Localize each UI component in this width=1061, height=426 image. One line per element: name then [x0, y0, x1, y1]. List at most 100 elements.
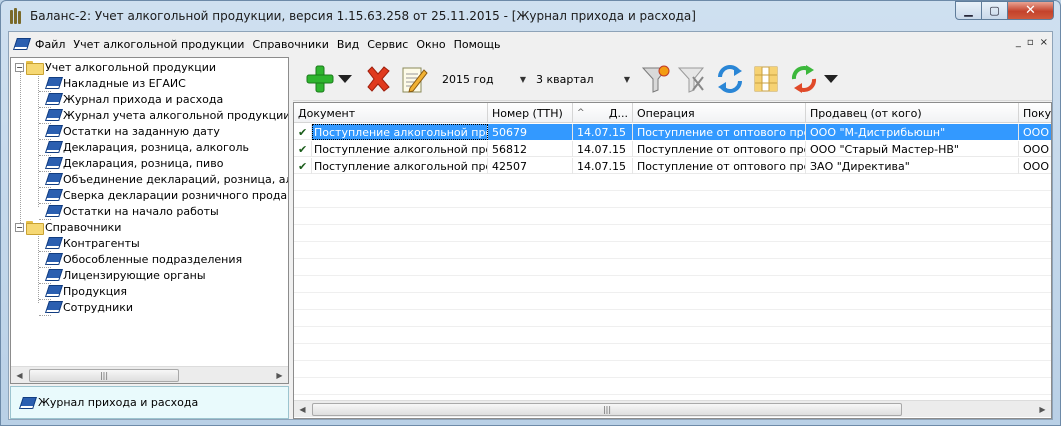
scroll-thumb[interactable]: |||: [312, 403, 902, 416]
minimize-button[interactable]: ▁: [955, 1, 982, 20]
chevron-down-icon: ▼: [519, 75, 526, 84]
menu-service[interactable]: Сервис: [363, 38, 412, 51]
tree-horizontal-scrollbar[interactable]: ◀ ||| ▶: [11, 366, 288, 383]
columns-button[interactable]: [751, 62, 781, 96]
maximize-button[interactable]: ▢: [982, 1, 1008, 20]
scroll-right-icon[interactable]: ▶: [1034, 401, 1051, 417]
book-icon: [43, 109, 62, 121]
tree-group-references[interactable]: − Справочники: [15, 219, 121, 235]
book-icon: [43, 93, 62, 105]
collapse-icon[interactable]: −: [15, 222, 24, 232]
table-row[interactable]: ✔ Поступление алкогольной прод... 56812 …: [294, 141, 1051, 157]
document-menu-icon[interactable]: [11, 38, 30, 50]
edit-button[interactable]: [399, 62, 429, 96]
tree-item-merge-declarations[interactable]: Объединение деклараций, розница, алкогол…: [33, 171, 288, 188]
refresh-button[interactable]: [713, 62, 747, 96]
current-view-panel: Журнал прихода и расхода: [10, 386, 289, 419]
refresh-icon: [718, 65, 742, 93]
close-button[interactable]: ✕: [1008, 1, 1054, 20]
grid-header: Документ Номер (ТТН) ^ Д... Операция Про…: [294, 103, 1051, 123]
menu-help[interactable]: Помощь: [450, 38, 505, 51]
dropdown-arrow-icon: [338, 75, 352, 83]
book-icon: [43, 205, 62, 217]
tree-item-initial-balances[interactable]: Остатки на начало работы: [33, 203, 219, 220]
add-dropdown-button[interactable]: [337, 62, 353, 96]
book-icon: [43, 189, 62, 201]
mdi-close-icon[interactable]: ×: [1040, 37, 1048, 48]
sort-icon: ^: [577, 108, 585, 118]
sync-icon: [791, 65, 817, 93]
client-area: Файл Учет алкогольной продукции Справочн…: [8, 31, 1053, 420]
minimize-icon: ▁: [964, 4, 973, 17]
book-icon: [43, 125, 62, 137]
book-icon: [43, 77, 62, 89]
quarter-select[interactable]: 3 квартал ▼: [533, 70, 633, 89]
delete-icon: [367, 66, 390, 92]
book-icon: [43, 285, 62, 297]
navigation-tree[interactable]: − Учет алкогольной продукции Накладные и…: [10, 57, 289, 384]
folder-icon: [26, 61, 44, 75]
menu-window[interactable]: Окно: [412, 38, 449, 51]
column-header-date[interactable]: ^ Д...: [573, 103, 633, 123]
mdi-restore-icon[interactable]: ▫: [1027, 37, 1034, 48]
menu-references[interactable]: Справочники: [248, 38, 332, 51]
sync-dropdown-button[interactable]: [823, 62, 839, 96]
tree-item-egais-invoices[interactable]: Накладные из ЕГАИС: [33, 75, 186, 92]
tree-item-employees[interactable]: Сотрудники: [33, 299, 133, 316]
add-icon: [306, 65, 334, 93]
tree-item-declaration-check[interactable]: Сверка декларации розничного продавца: [33, 187, 288, 204]
tree-item-declaration-alcohol[interactable]: Декларация, розница, алкоголь: [33, 139, 249, 156]
tree-group-label: Учет алкогольной продукции: [45, 60, 217, 74]
table-row[interactable]: ✔ Поступление алкогольной прод... 42507 …: [294, 158, 1051, 174]
table-row[interactable]: ✔ Поступление алкогольной прод... 50679 …: [294, 124, 1051, 140]
column-header-number[interactable]: Номер (ТТН): [488, 103, 573, 123]
column-header-buyer[interactable]: Поку: [1019, 103, 1051, 123]
posted-check-icon: ✔: [298, 159, 308, 173]
book-icon: [43, 141, 62, 153]
tree-item-accounting-journal[interactable]: Журнал учета алкогольной продукции: [33, 107, 288, 124]
columns-icon: [754, 66, 778, 92]
column-header-document[interactable]: Документ: [294, 103, 488, 123]
column-header-operation[interactable]: Операция: [633, 103, 806, 123]
year-select[interactable]: 2015 год ▼: [439, 70, 529, 89]
title-bar[interactable]: Баланс-2: Учет алкогольной продукции, ве…: [1, 1, 1060, 31]
tree-group-alcohol[interactable]: − Учет алкогольной продукции: [15, 59, 216, 75]
delete-button[interactable]: [363, 62, 393, 96]
tree-item-declaration-beer[interactable]: Декларация, розница, пиво: [33, 155, 223, 172]
add-button[interactable]: [305, 62, 335, 96]
posted-check-icon: ✔: [298, 125, 308, 139]
menu-view[interactable]: Вид: [333, 38, 363, 51]
tree-item-products[interactable]: Продукция: [33, 283, 127, 300]
scroll-right-icon[interactable]: ▶: [271, 367, 288, 383]
grid-horizontal-scrollbar[interactable]: ◀ ||| ▶: [294, 400, 1051, 417]
journal-grid[interactable]: Документ Номер (ТТН) ^ Д... Операция Про…: [293, 102, 1052, 419]
window-title: Баланс-2: Учет алкогольной продукции, ве…: [30, 9, 696, 23]
clear-filter-button[interactable]: [675, 62, 709, 96]
edit-icon: [402, 67, 428, 93]
chevron-down-icon: ▼: [623, 75, 630, 84]
close-icon: ✕: [1025, 3, 1036, 18]
app-logo-icon: [9, 8, 23, 24]
book-icon: [43, 253, 62, 265]
book-icon: [43, 237, 62, 249]
tree-item-subdivisions[interactable]: Обособленные подразделения: [33, 251, 242, 268]
quarter-value: 3 квартал: [536, 73, 594, 86]
folder-icon: [26, 221, 44, 235]
mdi-minimize-icon[interactable]: _: [1016, 37, 1021, 48]
filter-button[interactable]: [639, 62, 673, 96]
column-header-seller[interactable]: Продавец (от кого): [806, 103, 1019, 123]
tree-item-licensing-authorities[interactable]: Лицензирующие органы: [33, 267, 206, 284]
tree-item-journal[interactable]: Журнал прихода и расхода: [33, 91, 223, 108]
collapse-icon[interactable]: −: [15, 62, 24, 72]
scroll-left-icon[interactable]: ◀: [11, 367, 28, 383]
tree-item-balances-date[interactable]: Остатки на заданную дату: [33, 123, 220, 140]
book-icon: [43, 173, 62, 185]
sync-button[interactable]: [787, 62, 821, 96]
tree-item-counterparties[interactable]: Контрагенты: [33, 235, 140, 252]
scroll-left-icon[interactable]: ◀: [294, 401, 311, 417]
book-icon: [43, 157, 62, 169]
clear-filter-icon: [677, 67, 705, 93]
menu-file[interactable]: Файл: [31, 38, 69, 51]
menu-alcohol-accounting[interactable]: Учет алкогольной продукции: [69, 38, 248, 51]
scroll-thumb[interactable]: |||: [29, 369, 179, 382]
